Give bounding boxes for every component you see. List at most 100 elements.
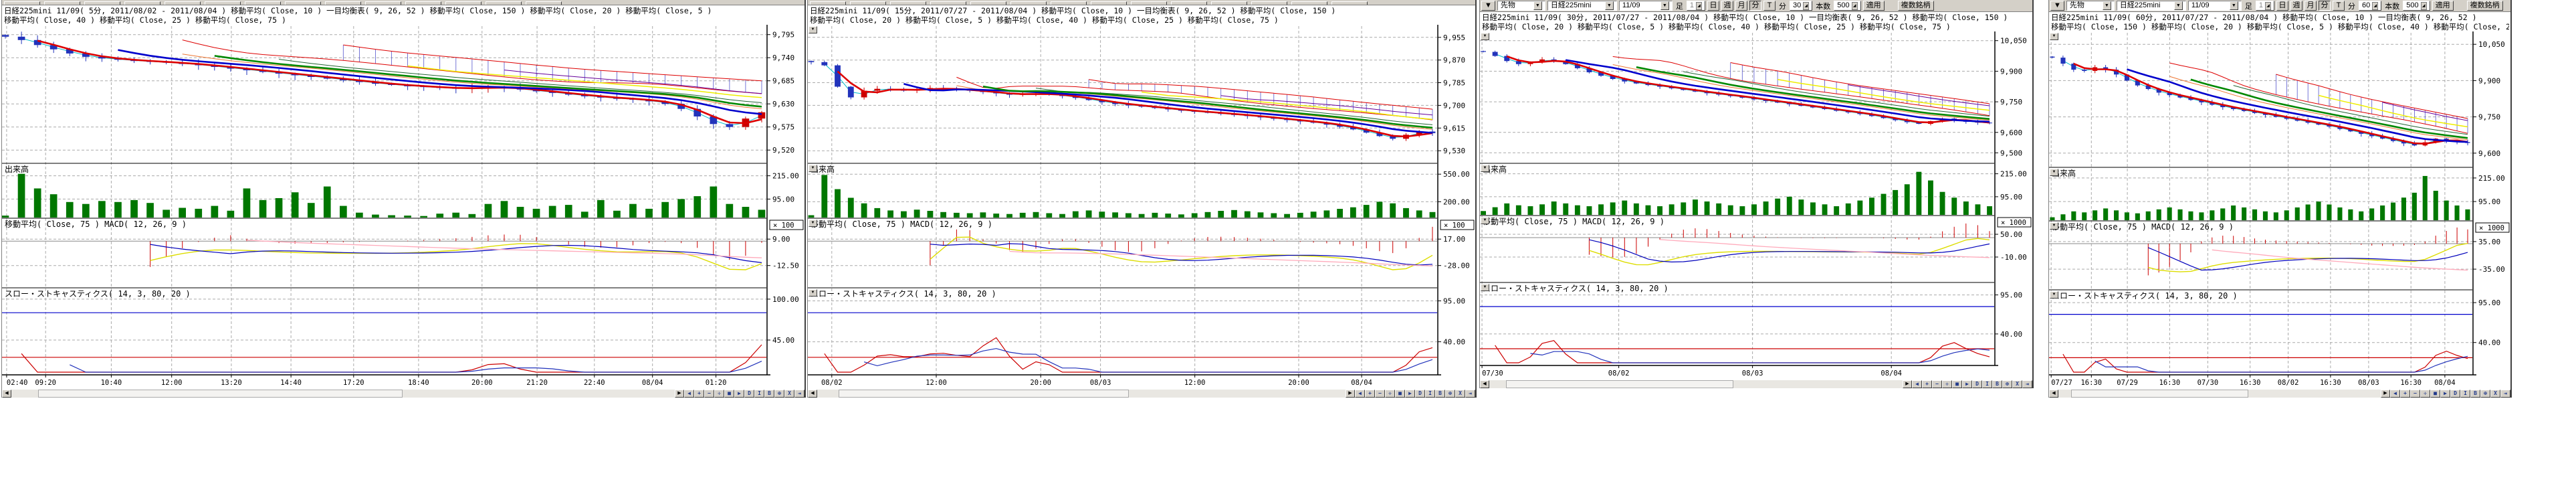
chart-tool-button-3[interactable]: ✛ [714, 390, 724, 398]
collapse-section-icon[interactable]: ▼ [2050, 291, 2058, 299]
horizontal-scrollbar[interactable]: ◀▶◀+−✛■▶DIB⊕X⇥ [2, 389, 804, 398]
chart-tool-button-0[interactable]: ◀ [684, 390, 694, 398]
scrollbar-track[interactable] [1489, 380, 1903, 388]
scrollbar-thumb[interactable] [839, 390, 1130, 398]
chart-tool-button-4[interactable]: ■ [1395, 390, 1405, 398]
scrollbar-track[interactable] [11, 390, 675, 398]
scroll-right-icon[interactable]: ▶ [675, 390, 684, 398]
chart-tool-button-8[interactable]: B [1435, 390, 1445, 398]
scroll-left-icon[interactable]: ◀ [1480, 380, 1489, 388]
chart-tool-button-10[interactable]: X [2490, 390, 2500, 398]
scroll-left-icon[interactable]: ◀ [808, 390, 817, 398]
spinner-icon[interactable]: ◢ [1696, 2, 1702, 10]
horizontal-scrollbar[interactable]: ◀▶◀+−✛■▶DIB⊕X⇥ [2049, 389, 2510, 398]
chart-tool-button-3[interactable]: ✛ [1942, 380, 1952, 388]
panel-menu-dropdown-icon[interactable]: ▼ [1481, 1, 1495, 11]
chart-tool-button-11[interactable]: ⇥ [794, 390, 804, 398]
chart-tool-button-5[interactable]: ▶ [734, 390, 744, 398]
chart-tool-button-2[interactable]: − [1932, 380, 1942, 388]
instrument-select[interactable]: 日経225mini▼ [1547, 1, 1617, 11]
collapse-section-icon[interactable]: ▼ [1481, 217, 1489, 224]
spinner-icon[interactable]: ◢ [2421, 2, 2427, 10]
chart-tool-button-1[interactable]: + [694, 390, 704, 398]
scroll-right-icon[interactable]: ▶ [1903, 380, 1912, 388]
period-button-T[interactable]: T [2333, 1, 2345, 11]
instrument-type-select[interactable]: 先物▼ [2066, 1, 2115, 11]
spinner-icon[interactable]: ◢ [2372, 2, 2378, 10]
chart-tool-button-6[interactable]: D [744, 390, 754, 398]
scroll-left-icon[interactable]: ◀ [2049, 390, 2058, 398]
collapse-section-icon[interactable]: ▼ [809, 26, 817, 33]
apply-button[interactable]: 適用 [1863, 1, 1885, 11]
spinner-icon[interactable]: ◢ [1803, 2, 1809, 10]
instrument-type-select[interactable]: 先物▼ [1497, 1, 1545, 11]
chart-tool-button-10[interactable]: X [784, 390, 794, 398]
chart-tool-button-2[interactable]: − [1375, 390, 1385, 398]
chart-tool-button-11[interactable]: ⇥ [2500, 390, 2510, 398]
chart-tool-button-11[interactable]: ⇥ [2022, 380, 2032, 388]
chart-tool-button-4[interactable]: ■ [1952, 380, 1962, 388]
chart-tool-button-0[interactable]: ◀ [2390, 390, 2400, 398]
collapse-section-icon[interactable]: ▼ [1481, 165, 1489, 172]
scroll-right-icon[interactable]: ▶ [1346, 390, 1355, 398]
chart-tool-button-7[interactable]: I [1982, 380, 1992, 388]
chart-tool-button-4[interactable]: ■ [724, 390, 734, 398]
chart-tool-button-7[interactable]: I [2460, 390, 2470, 398]
horizontal-scrollbar[interactable]: ◀▶◀+−✛■▶DIB⊕X⇥ [1480, 380, 2032, 388]
chart-tool-button-9[interactable]: ⊕ [2480, 390, 2490, 398]
chart-tool-button-0[interactable]: ◀ [1912, 380, 1922, 388]
chart-tool-button-8[interactable]: B [1992, 380, 2002, 388]
scrollbar-thumb[interactable] [2071, 390, 2248, 398]
period-button-月[interactable]: 月 [1735, 1, 1747, 11]
apply-button[interactable]: 適用 [2432, 1, 2454, 11]
scroll-right-icon[interactable]: ▶ [2381, 390, 2390, 398]
chart-tool-button-6[interactable]: D [1972, 380, 1982, 388]
panel-menu-dropdown-icon[interactable]: ▼ [2050, 1, 2064, 11]
collapse-section-icon[interactable]: ▼ [2050, 169, 2058, 176]
contract-month-select[interactable]: 11/09▼ [1619, 1, 1673, 11]
chart-tool-button-11[interactable]: ⇥ [1465, 390, 1475, 398]
period-button-週[interactable]: 週 [1721, 1, 1733, 11]
period-button-日[interactable]: 日 [1707, 1, 1719, 11]
chart-tool-button-5[interactable]: ▶ [1405, 390, 1415, 398]
chart-tool-button-6[interactable]: D [1415, 390, 1425, 398]
period-button-週[interactable]: 週 [2290, 1, 2302, 11]
chart-tool-button-9[interactable]: ⊕ [2002, 380, 2012, 388]
chart-tool-button-10[interactable]: X [2012, 380, 2022, 388]
chart-tool-button-8[interactable]: B [764, 390, 774, 398]
collapse-section-icon[interactable]: ▼ [1481, 33, 1489, 40]
horizontal-scrollbar[interactable]: ◀▶◀+−✛■▶DIB⊕X⇥ [808, 389, 1475, 398]
scrollbar-track[interactable] [817, 390, 1346, 398]
chart-tool-button-3[interactable]: ✛ [1385, 390, 1395, 398]
bar-count-spinner[interactable]: 500◢ [2403, 1, 2430, 11]
period-button-分[interactable]: 分 [2319, 1, 2331, 11]
chart-tool-button-5[interactable]: ▶ [2440, 390, 2450, 398]
chart-tool-button-9[interactable]: ⊕ [774, 390, 784, 398]
period-button-T[interactable]: T [1763, 1, 1776, 11]
multi-symbol-button[interactable]: 複数銘柄 [1898, 1, 1934, 11]
chart-tool-button-2[interactable]: − [704, 390, 714, 398]
chart-tool-button-5[interactable]: ▶ [1962, 380, 1972, 388]
chart-tool-button-2[interactable]: − [2410, 390, 2420, 398]
chart-tool-button-10[interactable]: X [1455, 390, 1465, 398]
day-interval-spinner[interactable]: 1◢ [1687, 1, 1705, 11]
period-button-日[interactable]: 日 [2276, 1, 2288, 11]
period-button-分[interactable]: 分 [1749, 1, 1761, 11]
scrollbar-track[interactable] [2058, 390, 2381, 398]
spinner-icon[interactable]: ◢ [2265, 2, 2271, 10]
chart-tool-button-7[interactable]: I [754, 390, 764, 398]
chart-tool-button-3[interactable]: ✛ [2420, 390, 2430, 398]
chart-tool-button-7[interactable]: I [1425, 390, 1435, 398]
chart-tool-button-1[interactable]: + [2400, 390, 2410, 398]
day-interval-spinner[interactable]: 1◢ [2256, 1, 2274, 11]
instrument-select[interactable]: 日経225mini▼ [2117, 1, 2186, 11]
minute-value-spinner[interactable]: 60◢ [2359, 1, 2381, 11]
scrollbar-thumb[interactable] [38, 390, 403, 398]
chart-tool-button-1[interactable]: + [1365, 390, 1375, 398]
chart-tool-button-0[interactable]: ◀ [1355, 390, 1365, 398]
chart-tool-button-9[interactable]: ⊕ [1445, 390, 1455, 398]
spinner-icon[interactable]: ◢ [1852, 2, 1858, 10]
minute-value-spinner[interactable]: 30◢ [1790, 1, 1812, 11]
collapse-section-icon[interactable]: ▼ [2050, 33, 2058, 40]
collapse-section-icon[interactable]: ▼ [809, 289, 817, 297]
